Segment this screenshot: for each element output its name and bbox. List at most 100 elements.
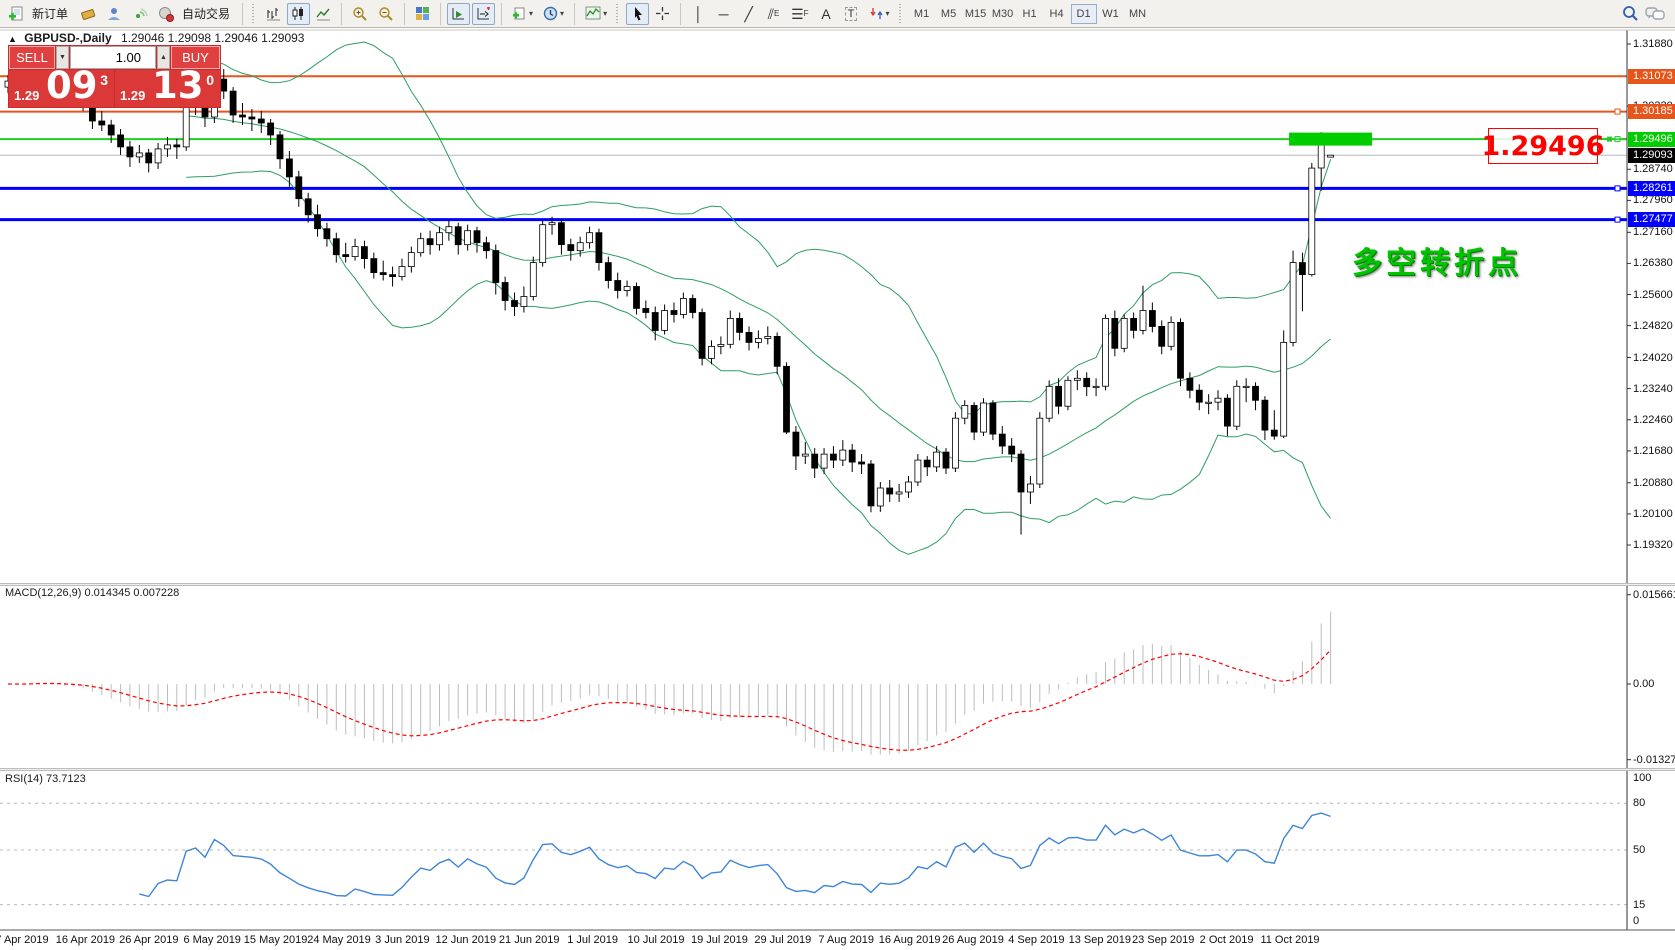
bollinger-middle[interactable] xyxy=(186,116,1330,462)
horizontal-line-tool-button[interactable]: ─ xyxy=(712,3,735,25)
candle-body xyxy=(793,432,799,456)
profiles-button[interactable]: ▾ xyxy=(539,3,568,25)
cursor-tool-button[interactable] xyxy=(626,3,649,25)
volume-input[interactable]: 1.00 xyxy=(70,46,156,69)
chat-icon[interactable] xyxy=(1645,6,1665,22)
candle-body xyxy=(315,215,321,229)
new-chart-button[interactable]: ▾ xyxy=(508,3,537,25)
timeframe-button-H4[interactable]: H4 xyxy=(1044,4,1070,24)
volume-increase-button[interactable]: ▲ xyxy=(157,46,170,69)
candle-body xyxy=(1168,322,1174,346)
community-button[interactable] xyxy=(102,3,126,25)
candlestick-chart-button[interactable] xyxy=(287,3,310,25)
timeframe-button-M1[interactable]: M1 xyxy=(909,4,935,24)
price-tick-1.24820: 1.24820 xyxy=(1633,319,1675,333)
sell-price-big: 09 xyxy=(46,70,98,107)
candle-body xyxy=(812,454,818,468)
trendline-tool-button[interactable]: ╱ xyxy=(737,3,760,25)
volume-decrease-button[interactable]: ▼ xyxy=(56,46,69,69)
chart-title: ▲ GBPUSD-,Daily 1.29046 1.29098 1.29046 … xyxy=(8,31,304,45)
auto-scroll-icon xyxy=(451,6,466,21)
tile-windows-button[interactable] xyxy=(411,3,434,25)
date-label: 11 Oct 2019 xyxy=(1260,934,1319,946)
signals-button[interactable] xyxy=(128,3,152,25)
timeframe-button-M5[interactable]: M5 xyxy=(936,4,962,24)
candle-body xyxy=(549,223,555,225)
text-tool-button[interactable]: A xyxy=(815,3,838,25)
pane-separator-rsi[interactable] xyxy=(0,768,1675,771)
timeframe-button-W1[interactable]: W1 xyxy=(1098,4,1124,24)
candle-body xyxy=(1018,454,1024,492)
hline-handle[interactable] xyxy=(1615,109,1620,114)
toolbar-grip[interactable] xyxy=(899,4,904,24)
buy-price-tile[interactable]: 1.29 13 0 xyxy=(115,70,220,107)
price-tick-1.28740: 1.28740 xyxy=(1633,162,1675,176)
hline-handle[interactable] xyxy=(1615,186,1620,191)
chart-shift-button[interactable] xyxy=(472,3,495,25)
horizontal-level-lines[interactable] xyxy=(0,76,1627,222)
zoom-in-icon xyxy=(352,6,368,22)
crosshair-tool-button[interactable] xyxy=(651,3,674,25)
vertical-line-tool-button[interactable]: │ xyxy=(687,3,710,25)
sell-button[interactable]: SELL xyxy=(9,46,55,69)
candle-body xyxy=(427,239,433,245)
price-tick-1.27160: 1.27160 xyxy=(1633,225,1675,239)
chart-canvas[interactable] xyxy=(0,0,1675,950)
rsi-axis-100: 100 xyxy=(1633,772,1651,784)
channel-tool-button[interactable]: ⫽E xyxy=(762,3,785,25)
new-order-button[interactable] xyxy=(4,3,28,25)
timeframe-button-M30[interactable]: M30 xyxy=(990,4,1016,24)
toolbar-separator xyxy=(404,3,405,25)
fibonacci-tool-button[interactable]: ☰F xyxy=(787,3,812,25)
buy-button[interactable]: BUY xyxy=(171,46,220,69)
candle-body xyxy=(1103,318,1109,386)
candle-body xyxy=(934,452,940,467)
rsi-line[interactable] xyxy=(139,813,1330,896)
pane-separator-macd[interactable] xyxy=(0,583,1675,586)
bollinger-lower[interactable] xyxy=(186,171,1330,554)
indicators-button[interactable]: ▾ xyxy=(581,3,611,25)
highlight-zone-rect[interactable] xyxy=(1289,133,1372,146)
candle-body xyxy=(1093,386,1099,387)
candle-body xyxy=(1027,484,1033,492)
candle-body xyxy=(1084,378,1090,386)
zoom-out-button[interactable] xyxy=(374,3,398,25)
arrows-tool-button[interactable]: ▾ xyxy=(865,3,894,25)
candle-body xyxy=(240,115,246,117)
date-label: 10 Jul 2019 xyxy=(628,934,685,946)
auto-scroll-button[interactable] xyxy=(447,3,470,25)
callout-handle[interactable] xyxy=(1607,137,1612,142)
sell-price-tile[interactable]: 1.29 09 3 xyxy=(9,70,114,107)
auto-trading-button[interactable] xyxy=(154,3,178,25)
label-tool-button[interactable]: T xyxy=(840,3,863,25)
arrows-icon xyxy=(869,6,884,21)
pivot-annotation[interactable]: 多空转折点 xyxy=(1352,238,1522,282)
new-order-label[interactable]: 新订单 xyxy=(32,5,68,22)
candle-body xyxy=(868,464,874,506)
toolbar-grip[interactable] xyxy=(252,4,257,24)
auto-trading-label[interactable]: 自动交易 xyxy=(182,5,230,22)
styler-button[interactable] xyxy=(76,3,100,25)
date-label: 2 Oct 2019 xyxy=(1200,934,1254,946)
timeframe-button-MN[interactable]: MN xyxy=(1125,4,1151,24)
search-icon[interactable] xyxy=(1622,5,1639,22)
candle-body xyxy=(887,488,893,494)
bollinger-upper[interactable] xyxy=(186,42,1330,414)
hline-handle[interactable] xyxy=(1615,217,1620,222)
crosshair-icon xyxy=(655,6,670,21)
candle-body xyxy=(183,105,189,147)
panel-collapse-icon[interactable]: ▲ xyxy=(8,34,17,44)
price-callout-box[interactable]: 1.29496 xyxy=(1488,128,1598,164)
macd-signal-line[interactable] xyxy=(8,650,1331,750)
bar-chart-button[interactable] xyxy=(262,3,285,25)
timeframe-button-D1[interactable]: D1 xyxy=(1071,4,1097,24)
zoom-in-button[interactable] xyxy=(348,3,372,25)
toolbar-grip[interactable] xyxy=(616,4,621,24)
indicators-icon xyxy=(585,6,601,21)
timeframe-button-H1[interactable]: H1 xyxy=(1017,4,1043,24)
candle-body xyxy=(971,405,977,432)
chart-shift-icon xyxy=(476,6,491,21)
timeframe-button-M15[interactable]: M15 xyxy=(963,4,989,24)
line-chart-button[interactable] xyxy=(312,3,335,25)
candle-body xyxy=(1299,263,1305,275)
